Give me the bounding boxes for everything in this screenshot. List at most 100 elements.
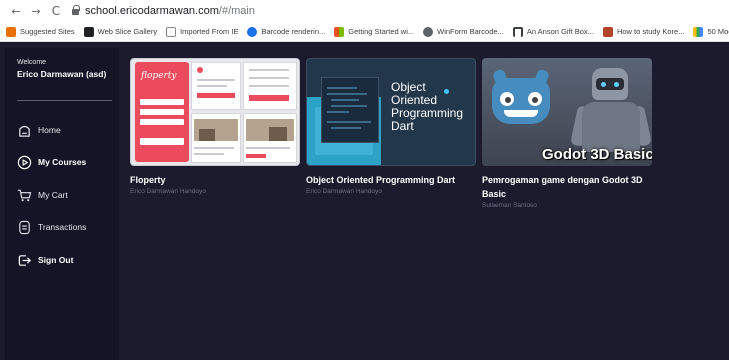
input-mock	[140, 109, 184, 115]
sidebar: Welcome Erico Darmawan (asd) Home My Cou…	[5, 48, 119, 360]
bookmark-label: How to study Kore...	[616, 27, 685, 36]
course-thumbnail: Object Oriented Programming Dart	[306, 58, 476, 166]
text-mock	[194, 147, 234, 149]
course-author: Sulaeman Santoso	[482, 202, 537, 209]
godot-pupil	[532, 97, 538, 103]
sidebar-item-my-courses[interactable]: My Courses	[17, 153, 86, 171]
sidebar-item-sign-out[interactable]: Sign Out	[17, 251, 73, 269]
text-mock	[197, 85, 227, 87]
input-mock	[140, 119, 184, 125]
robot-eye	[614, 82, 619, 87]
course-card-oop-dart[interactable]: Object Oriented Programming Dart Object …	[306, 58, 476, 195]
bookmark-web-slice-gallery[interactable]: Web Slice Gallery	[83, 26, 158, 37]
text-mock	[249, 77, 289, 79]
sidebar-item-my-cart[interactable]: My Cart	[17, 186, 68, 204]
bookmark-label: Web Slice Gallery	[97, 27, 158, 36]
course-title[interactable]: Pemrogaman game dengan Godot 3D Basic	[482, 173, 652, 201]
bookmark-winform-barcode[interactable]: WinForm Barcode...	[423, 26, 504, 37]
url-field[interactable]: school.ericodarmawan.com/#/main	[85, 5, 255, 17]
bookmark-getting-started[interactable]: Getting Started wi...	[334, 26, 415, 37]
reload-icon[interactable]: C	[48, 4, 64, 18]
avatar-mock	[197, 67, 203, 73]
text-mock	[249, 69, 289, 71]
bookmark-icon	[512, 26, 523, 37]
sidebar-item-label: Home	[38, 125, 61, 135]
robot-eye	[601, 82, 606, 87]
button-mock	[249, 95, 289, 101]
bookmark-label: Suggested Sites	[20, 27, 75, 36]
house-photo	[269, 127, 287, 141]
sidebar-divider	[17, 100, 112, 101]
home-icon	[19, 125, 30, 137]
button-mock	[197, 93, 235, 98]
code-line	[331, 99, 359, 101]
sidebar-item-label: Sign Out	[38, 255, 74, 265]
sidebar-item-label: My Courses	[38, 157, 87, 167]
bookmark-imported-from-ie[interactable]: Imported From IE	[166, 26, 239, 37]
course-title[interactable]: Floperty	[130, 173, 300, 187]
cart-icon	[17, 189, 32, 201]
user-name: Erico Darmawan (asd)	[17, 69, 107, 79]
bookmark-icon	[693, 26, 704, 37]
bookmark-icon	[602, 26, 613, 37]
course-card-floperty[interactable]: floperty Floperty Erico Darmawan Handoyo	[130, 58, 300, 195]
thumbnail-title: Godot 3D Basic	[542, 146, 652, 163]
house-photo	[199, 129, 215, 141]
bookmark-label: Barcode renderin...	[261, 27, 326, 36]
bookmark-barcode-rendering[interactable]: Barcode renderin...	[247, 26, 326, 37]
bookmark-label: Imported From IE	[180, 27, 239, 36]
button-mock	[246, 154, 266, 158]
bookmarks-bar: Suggested Sites Web Slice Gallery Import…	[0, 22, 729, 42]
thumbnail-title: Object Oriented Programming Dart	[391, 80, 464, 133]
sidebar-item-label: Transactions	[38, 222, 87, 232]
code-line	[327, 87, 357, 89]
sidebar-item-transactions[interactable]: Transactions	[17, 218, 86, 236]
code-line	[327, 93, 367, 95]
course-thumbnail: floperty	[130, 58, 300, 166]
bookmark-study-korean[interactable]: How to study Kore...	[602, 26, 685, 37]
code-line	[327, 121, 371, 123]
code-line	[327, 111, 349, 113]
sign-out-icon	[18, 254, 31, 266]
bookmark-icon	[247, 26, 258, 37]
godot-pupil	[505, 97, 511, 103]
play-circle-icon	[17, 155, 32, 169]
dart-logo-icon	[444, 89, 449, 94]
course-thumbnail: Godot 3D Basic	[482, 58, 652, 166]
code-line	[331, 127, 361, 129]
course-author: Erico Darmawan Handoyo	[306, 188, 382, 195]
course-author: Erico Darmawan Handoyo	[130, 188, 206, 195]
bookmark-label: 50 Modern S	[707, 27, 729, 36]
forward-arrow-icon[interactable]: →	[28, 5, 44, 18]
sidebar-item-label: My Cart	[38, 190, 68, 200]
url-path: /#/main	[218, 5, 255, 17]
bookmark-anson-gift-box[interactable]: An Anson Gift Box...	[512, 26, 594, 37]
text-mock	[246, 147, 290, 149]
lock-icon[interactable]	[72, 5, 80, 16]
course-card-godot[interactable]: Godot 3D Basic Pemrogaman game dengan Go…	[482, 58, 652, 209]
text-mock	[194, 153, 224, 155]
bookmark-label: An Anson Gift Box...	[526, 27, 594, 36]
globe-icon	[423, 26, 434, 37]
url-host: school.ericodarmawan.com	[85, 5, 219, 17]
folder-icon	[166, 26, 177, 37]
bookmark-label: Getting Started wi...	[348, 27, 415, 36]
floperty-logo: floperty	[141, 71, 177, 81]
bookmark-label: WinForm Barcode...	[437, 27, 504, 36]
course-title[interactable]: Object Oriented Programming Dart	[306, 173, 476, 187]
button-mock	[140, 138, 184, 145]
input-mock	[140, 99, 184, 105]
back-arrow-icon[interactable]: ←	[8, 5, 24, 18]
microsoft-icon	[334, 26, 345, 37]
bookmark-suggested-sites[interactable]: Suggested Sites	[6, 26, 75, 37]
welcome-label: Welcome	[17, 59, 47, 66]
code-line	[331, 105, 367, 107]
robot-body	[582, 102, 640, 152]
bookmark-50-modern[interactable]: 50 Modern S	[693, 26, 729, 37]
browser-address-bar: ← → C school.ericodarmawan.com/#/main	[0, 0, 729, 22]
sidebar-item-home[interactable]: Home	[17, 121, 61, 139]
bookmark-icon	[83, 26, 94, 37]
godot-mouth	[504, 110, 538, 117]
receipt-icon	[19, 220, 30, 234]
text-mock	[249, 85, 289, 87]
